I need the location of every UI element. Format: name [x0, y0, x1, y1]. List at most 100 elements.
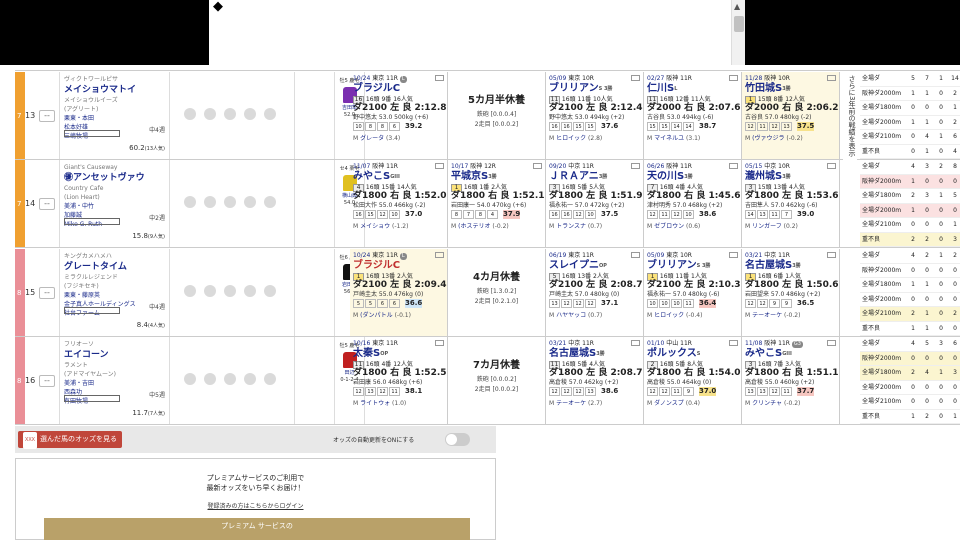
winner-name[interactable]: (ダンパトル	[360, 312, 393, 319]
race-name[interactable]: ブリリアンS 3勝	[647, 260, 738, 272]
winner-name[interactable]: ヒロイック	[556, 135, 586, 142]
race-name[interactable]: ＪＲＡアニ3勝	[549, 171, 640, 183]
race-detail-icon[interactable]	[631, 163, 640, 169]
horse-name[interactable]: グレートタイム	[64, 261, 165, 273]
race-name[interactable]: 名古屋城S3勝	[745, 260, 836, 272]
race-detail-icon[interactable]	[435, 75, 444, 81]
winner-name[interactable]: テーオーケ	[752, 312, 782, 319]
scrollbar[interactable]: ▲	[731, 0, 745, 65]
race-detail-icon[interactable]	[827, 252, 836, 258]
past-race-cell[interactable]: 7カ月休養 鉄砲 [0.0.0.2] 2走目 [0.0.0.2]	[448, 337, 546, 424]
race-detail-icon[interactable]	[631, 75, 640, 81]
winner-name[interactable]: ヒロイック	[654, 312, 684, 319]
mark-selector[interactable]: --	[39, 110, 55, 122]
race-name[interactable]: 太秦SOP	[353, 348, 444, 360]
winner-name[interactable]: ライトウォ	[360, 400, 390, 407]
winner-name[interactable]: (ホステリオ	[458, 223, 490, 230]
login-link[interactable]: 登録済みの方はこちらからログイン	[16, 501, 495, 510]
race-name[interactable]: ブラジルC	[353, 260, 444, 272]
premium-service-button[interactable]: プレミアム サービスの	[44, 518, 470, 540]
past-race-cell[interactable]: 06/19 東京 11R スレイプニOP 5 16頭 13番 2人気 ダ2100 左…	[546, 249, 644, 336]
past-race-cell[interactable]: 10/17 阪神 12R 平城京S3勝 1 16頭 1番 2人気 ダ1800 右 良…	[448, 160, 546, 247]
trainer[interactable]: 美浦・中竹	[64, 202, 165, 211]
race-name[interactable]: みやこSGIII	[353, 171, 444, 183]
past-race-cell[interactable]: 11/07 阪神 11R みやこSGIII 4 16頭 15番 14人気 ダ1800…	[350, 160, 448, 247]
race-name[interactable]: 天の川S3勝	[647, 171, 738, 183]
race-detail-icon[interactable]	[827, 75, 836, 81]
race-detail-icon[interactable]	[827, 163, 836, 169]
winner-name[interactable]: ダノンスプ	[654, 400, 684, 407]
horse-row[interactable]: 8 15 -- キングカメハメハ グレートタイム ミラクルレジェンド (フジキセキ) 栗東・藤…	[15, 249, 860, 337]
odds-stepper[interactable]	[64, 218, 120, 225]
past-race-cell[interactable]: 03/21 中京 11R 名古屋城S3勝 1 16頭 6番 1人気 ダ1800 左 …	[742, 249, 840, 336]
mark-selector[interactable]: --	[39, 287, 55, 299]
race-name[interactable]: 仁川SL	[647, 83, 738, 95]
odds-stepper[interactable]	[64, 307, 120, 314]
race-detail-icon[interactable]	[631, 252, 640, 258]
trainer[interactable]: 栗東・藤原英	[64, 291, 165, 300]
race-name[interactable]: 瀧州城S3勝	[745, 171, 836, 183]
past-race-cell[interactable]: 10/24 東京 11R L ブラジルC 16 16頭 9番 16人気 ダ2100 左…	[350, 72, 448, 159]
winner-name[interactable]: (ヴァウジラ	[752, 135, 784, 142]
race-name[interactable]: 竹田城S3勝	[745, 83, 836, 95]
race-name[interactable]: ブリリアンS 3勝	[549, 83, 640, 95]
race-detail-icon[interactable]	[729, 252, 738, 258]
horse-row[interactable]: 7 14 -- Giant's Causeway ㊝アンセットヴァウ Country Ca…	[15, 160, 860, 248]
past-race-cell[interactable]: 10/16 東京 11R 太秦SOP 11 16頭 4番 12人気 ダ1800 右 …	[350, 337, 448, 424]
winner-name[interactable]: クリンチャ	[752, 400, 782, 407]
race-name[interactable]: ブラジルC	[353, 83, 444, 95]
auto-update-toggle[interactable]	[445, 433, 470, 446]
race-detail-icon[interactable]	[729, 340, 738, 346]
past-race-cell[interactable]: 09/20 中京 11R ＪＲＡアニ3勝 3 16頭 5番 5人気 ダ1800 左 …	[546, 160, 644, 247]
horse-name[interactable]: メイショウマトイ	[64, 84, 165, 96]
race-name[interactable]: 名古屋城S3勝	[549, 348, 640, 360]
trainer[interactable]: 美浦・吉田	[64, 379, 165, 388]
race-name[interactable]: 平城京S3勝	[451, 171, 542, 183]
winner-name[interactable]: グレータ	[360, 135, 384, 142]
past-race-cell[interactable]: 05/09 東京 10R ブリリアンS 3勝 1 16頭 11番 1人気 ダ2100…	[644, 249, 742, 336]
race-detail-icon[interactable]	[827, 340, 836, 346]
race-detail-icon[interactable]	[533, 163, 542, 169]
past-race-cell[interactable]: 4カ月休養 鉄砲 [1.3.0.2] 2走目 [0.2.1.0]	[448, 249, 546, 336]
winner-name[interactable]: メイショウ	[360, 223, 390, 230]
race-name[interactable]: ポルックスS	[647, 348, 738, 360]
horse-row[interactable]: 7 13 -- ヴィクトワールピサ メイショウマトイ メイショウルイーズ (アグリート) 栗東…	[15, 72, 860, 160]
odds-stepper[interactable]	[64, 130, 120, 137]
past-race-cell[interactable]: 05/15 中京 10R 瀧州城S3勝 3 15頭 13番 4人気 ダ1800 左 …	[742, 160, 840, 247]
winner-name[interactable]: トランスナ	[556, 223, 586, 230]
race-name[interactable]: スレイプニOP	[549, 260, 640, 272]
horse-name[interactable]: エイコーン	[64, 349, 165, 361]
mark-selector[interactable]: --	[39, 198, 55, 210]
corner-position: 13	[745, 387, 756, 396]
past-race-cell[interactable]: 06/26 阪神 11R 天の川S3勝 7 16頭 4番 4人気 ダ1800 右 良…	[644, 160, 742, 247]
race-detail-icon[interactable]	[729, 75, 738, 81]
race-detail-icon[interactable]	[631, 340, 640, 346]
winner-name[interactable]: ハヤヤッコ	[556, 312, 586, 319]
scroll-up-arrow-icon[interactable]: ▲	[734, 2, 740, 11]
past-race-cell[interactable]: 11/08 阪神 11R G3 みやこSGIII 3 16頭 7番 3人気 ダ1800…	[742, 337, 840, 424]
past-race-cell[interactable]: 11/28 阪神 10R 竹田城S3勝 1 15頭 8番 12人気 ダ2000 右 …	[742, 72, 840, 159]
odds-stepper[interactable]	[64, 395, 120, 402]
winner-name[interactable]: マイネルユ	[654, 135, 684, 142]
horse-row[interactable]: 8 16 -- フリオーソ エイコーン ラメント (アドマイヤムーン) 美浦・吉田 西森功 有田牧…	[15, 337, 860, 425]
past-race-cell[interactable]: 03/21 中京 11R 名古屋城S3勝 11 16頭 5番 4人気 ダ1800 左…	[546, 337, 644, 424]
race-detail-icon[interactable]	[435, 252, 444, 258]
race-name[interactable]: みやこSGIII	[745, 348, 836, 360]
view-selected-odds-button[interactable]: XXX 選んだ馬のオッズを見る	[18, 431, 123, 449]
horse-name[interactable]: ㊝アンセットヴァウ	[64, 172, 165, 184]
winner-name[interactable]: リンガーフ	[752, 223, 782, 230]
trainer[interactable]: 栗東・本田	[64, 114, 165, 123]
past-race-cell[interactable]: 10/24 東京 11R L ブラジルC 1 16頭 13番 2人気 ダ2100 左 …	[350, 249, 448, 336]
past-race-cell[interactable]: 02/27 阪神 11R 仁川SL 11 16頭 12番 11人気 ダ2000 右 …	[644, 72, 742, 159]
race-detail-icon[interactable]	[435, 163, 444, 169]
scrollbar-thumb[interactable]	[734, 16, 744, 32]
mark-selector[interactable]: --	[39, 375, 55, 387]
past-race-cell[interactable]: 5カ月半休養 鉄砲 [0.0.0.4] 2走目 [0.0.0.2]	[448, 72, 546, 159]
past-race-cell[interactable]: 01/10 中山 11R ポルックスS 2 16頭 5番 8人気 ダ1800 右 良…	[644, 337, 742, 424]
past-race-cell[interactable]: 05/09 東京 10R ブリリアンS 3勝 11 16頭 11番 10人気 ダ21…	[546, 72, 644, 159]
winner-name[interactable]: ゼブロウン	[654, 223, 684, 230]
show-more-history-tab[interactable]: さらに3年前の戦績を表示	[843, 75, 857, 215]
race-detail-icon[interactable]	[435, 340, 444, 346]
winner-name[interactable]: テーオーケ	[556, 400, 586, 407]
race-detail-icon[interactable]	[729, 163, 738, 169]
